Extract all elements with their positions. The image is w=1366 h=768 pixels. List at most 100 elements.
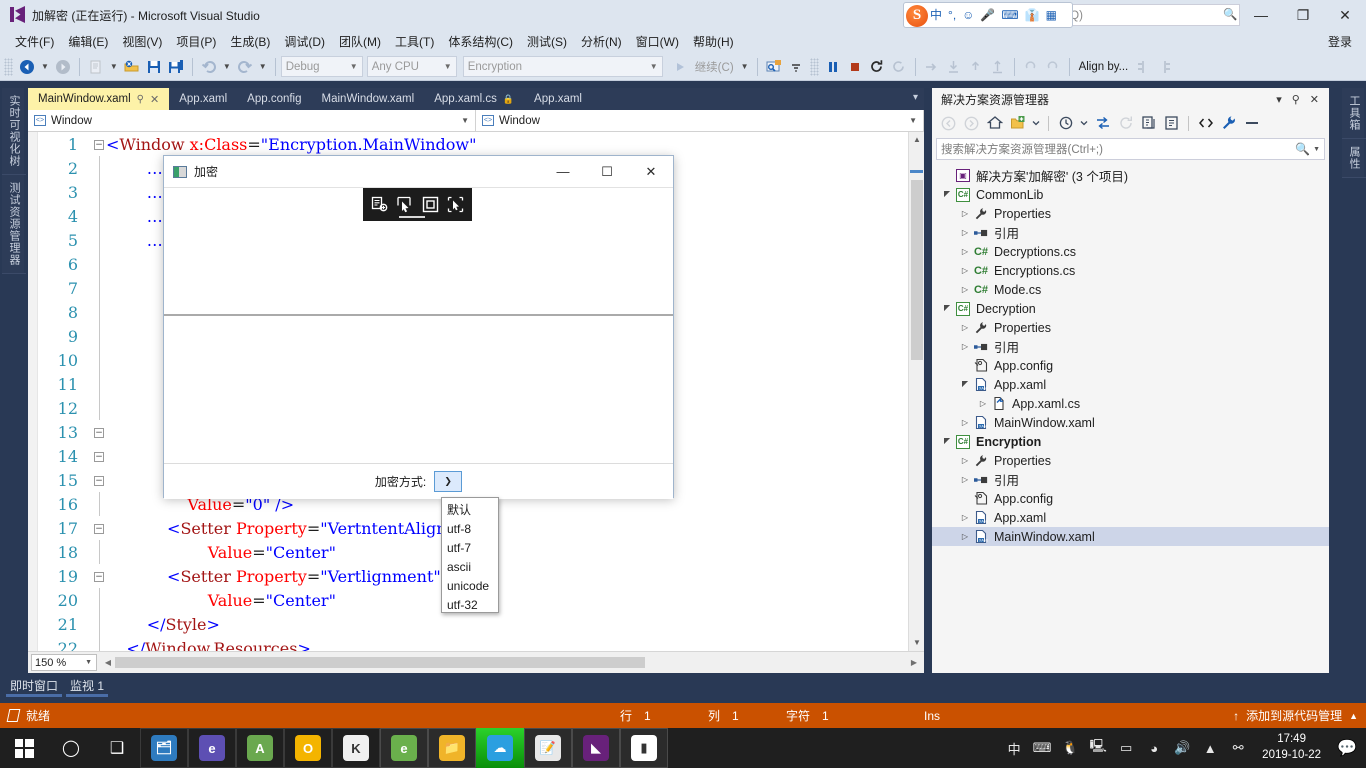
dropdown-option-2[interactable]: utf-7 (442, 538, 498, 557)
tree-node-2[interactable]: ▷ Properties (932, 204, 1329, 223)
expander-closed-icon[interactable]: ▷ (958, 532, 972, 541)
expander-closed-icon[interactable]: ▷ (958, 475, 972, 484)
menu-item-12[interactable]: 帮助(H) (686, 30, 741, 53)
step-out-icon[interactable] (965, 56, 987, 78)
action-center-icon[interactable]: 💬 (1332, 728, 1362, 768)
align-by-label[interactable]: Align by... (1075, 61, 1133, 73)
chevron-down-icon[interactable]: ▼ (85, 659, 92, 666)
tree-node-16[interactable]: ▷ 引用 (932, 470, 1329, 489)
navigate-backward-dropdown-icon[interactable]: ▼ (38, 62, 52, 71)
notepad-icon[interactable]: 📝 (524, 728, 572, 768)
document-tab-2[interactable]: App.config (237, 88, 311, 110)
step-out-alt-icon[interactable] (987, 56, 1009, 78)
navbar-type-combo-left[interactable]: <> Window ▼ (28, 110, 476, 131)
navbar-type-combo-right[interactable]: <> Window ▼ (476, 110, 924, 131)
expander-open-icon[interactable]: ◢ (940, 190, 954, 199)
tree-node-11[interactable]: ◢ XAML App.xaml (932, 375, 1329, 394)
solution-configuration-combo[interactable]: Debug ▼ (280, 56, 363, 77)
expander-closed-icon[interactable]: ▷ (958, 456, 972, 465)
minimize-window-button[interactable]: — (1240, 0, 1282, 30)
show-hidden-icons-icon[interactable]: ▲ (1197, 728, 1223, 768)
align-right-icon[interactable] (1154, 56, 1176, 78)
outlining-collapse-icon[interactable]: − (92, 474, 106, 486)
refresh-icon[interactable] (1115, 113, 1136, 134)
forward-icon[interactable] (961, 113, 982, 134)
dropdown-option-1[interactable]: utf-8 (442, 519, 498, 538)
status-expand-caret-icon[interactable]: ▲ (1349, 711, 1358, 721)
editor-zoom-combo[interactable]: 150 % ▼ (31, 654, 97, 671)
horizontal-scroll-track[interactable] (115, 656, 907, 669)
expander-open-icon[interactable]: ◢ (940, 304, 954, 313)
file-explorer-icon[interactable]: 📁 (428, 728, 476, 768)
ime-emoji-icon[interactable]: ☺ (962, 9, 974, 21)
tree-node-7[interactable]: ◢ C# Decryption (932, 299, 1329, 318)
network-icon[interactable]: 🖳 (1085, 728, 1111, 768)
outlining-collapse-icon[interactable]: − (92, 450, 106, 462)
undo-icon[interactable] (198, 56, 220, 78)
qq-icon[interactable]: 🐧 (1057, 728, 1083, 768)
firefox-icon[interactable]: e (188, 728, 236, 768)
autohide-tab-right-0[interactable]: 工具箱 (1342, 88, 1366, 139)
search-icon[interactable]: 🔍 (1221, 9, 1237, 22)
tree-node-9[interactable]: ▷ 引用 (932, 337, 1329, 356)
scroll-down-arrow-icon[interactable]: ▼ (909, 635, 924, 651)
touch-keyboard-icon[interactable]: ⌨ (1029, 728, 1055, 768)
add-to-source-control-button[interactable]: 添加到源代码管理 (1246, 707, 1342, 724)
tab-overflow-chevron-icon[interactable]: ▾ (913, 92, 918, 103)
tree-node-17[interactable]: App.config (932, 489, 1329, 508)
chevron-down-icon[interactable]: ▼ (461, 116, 469, 125)
tree-node-1[interactable]: ◢ C# CommonLib (932, 185, 1329, 204)
document-tab-3[interactable]: MainWindow.xaml (312, 88, 425, 110)
pending-changes-icon[interactable] (1007, 113, 1028, 134)
show-all-files-icon[interactable] (1138, 113, 1159, 134)
ime-skin-icon[interactable]: 👔 (1025, 9, 1040, 21)
break-all-icon[interactable] (822, 56, 844, 78)
chevron-down-icon[interactable]: ▼ (444, 62, 452, 71)
preview-selected-items-icon[interactable] (1241, 113, 1262, 134)
autohide-tab-left-0[interactable]: 实时可视化树 (2, 88, 26, 175)
startup-project-combo[interactable]: Encryption ▼ (462, 56, 663, 77)
new-project-dropdown-icon[interactable]: ▼ (107, 62, 121, 71)
close-window-button[interactable]: ✕ (1324, 0, 1366, 30)
close-icon[interactable]: ✕ (150, 93, 159, 106)
expander-closed-icon[interactable]: ▷ (958, 266, 972, 275)
menu-item-2[interactable]: 视图(V) (115, 30, 169, 53)
document-tab-4[interactable]: App.xaml.cs 🔒 (424, 88, 524, 110)
ime-toolbox-icon[interactable]: ▦ (1046, 9, 1057, 21)
properties-window-icon[interactable] (1161, 113, 1182, 134)
align-left-icon[interactable] (1132, 56, 1154, 78)
store-icon[interactable]: 🗂 (140, 728, 188, 768)
continue-dropdown-icon[interactable]: ▼ (738, 62, 752, 71)
start-button[interactable] (0, 728, 48, 768)
tree-node-8[interactable]: ▷ Properties (932, 318, 1329, 337)
dropdown-option-4[interactable]: unicode (442, 576, 498, 595)
horizontal-scroll-thumb[interactable] (115, 657, 645, 668)
chevron-down-icon[interactable]: ▾ (1276, 93, 1282, 106)
close-icon[interactable]: ✕ (1310, 93, 1319, 106)
step-into-icon[interactable] (943, 56, 965, 78)
expander-closed-icon[interactable]: ▷ (958, 513, 972, 522)
expander-closed-icon[interactable]: ▷ (958, 323, 972, 332)
task-view-icon[interactable]: ❑ (94, 728, 140, 768)
continue-button-label[interactable]: 继续(C) (691, 59, 738, 75)
chevron-down-icon[interactable] (1030, 113, 1042, 134)
tree-node-4[interactable]: ▷ C# Decryptions.cs (932, 242, 1329, 261)
scroll-right-arrow-icon[interactable]: ▶ (907, 658, 921, 667)
document-tab-0[interactable]: MainWindow.xaml ⚲ ✕ (28, 88, 170, 110)
cortana-icon[interactable]: ◯ (48, 728, 94, 768)
sogou-ime-toolbar[interactable]: S 中 °, ☺ 🎤 ⌨ 👔 ▦ (903, 2, 1073, 28)
solution-explorer-search-input[interactable]: 搜索解决方案资源管理器(Ctrl+;) 🔍 ▼ (936, 138, 1325, 160)
expander-closed-icon[interactable]: ▷ (958, 418, 972, 427)
taskbar-clock[interactable]: 17:49 2019-10-22 (1253, 732, 1330, 763)
autohide-tab-left-1[interactable]: 测试资源管理器 (2, 175, 26, 274)
dropdown-option-5[interactable]: utf-32 (442, 595, 498, 614)
dropdown-option-0[interactable]: 默认 (442, 500, 498, 519)
redo-icon[interactable] (234, 56, 256, 78)
toolbar-grip[interactable] (4, 57, 13, 76)
vertical-scroll-thumb[interactable] (911, 180, 923, 360)
track-focused-element-icon[interactable] (447, 196, 464, 213)
editor-vertical-scrollbar[interactable]: ▲ ▼ (908, 132, 924, 651)
previous-bookmark-icon[interactable] (1020, 56, 1042, 78)
menu-item-0[interactable]: 文件(F) (8, 30, 61, 53)
tree-node-12[interactable]: ▷ App.xaml.cs (932, 394, 1329, 413)
